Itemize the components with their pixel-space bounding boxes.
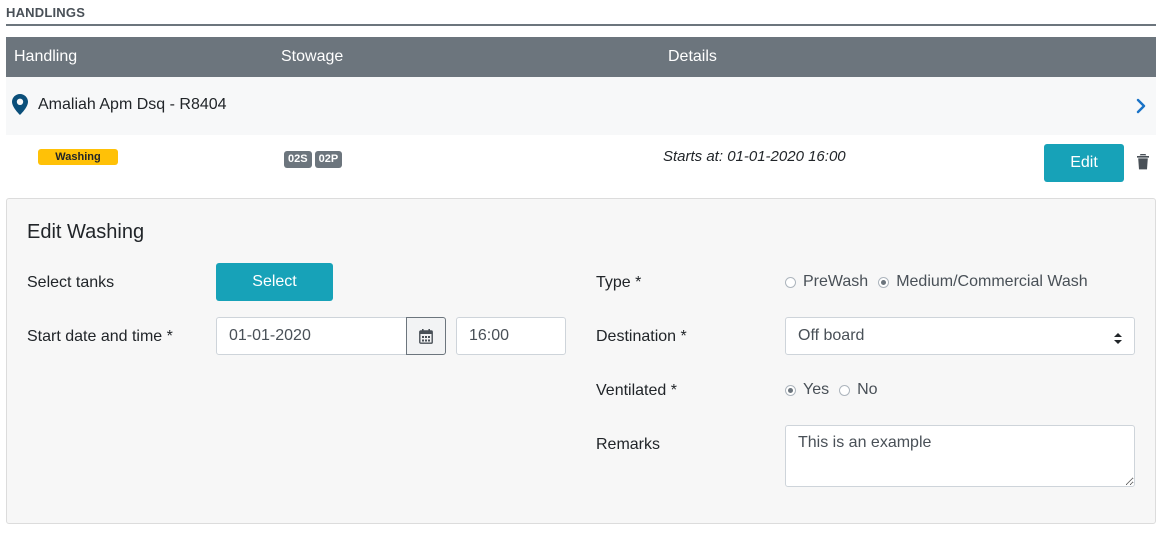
column-header-details: Details <box>668 48 717 65</box>
type-option-commercial-wash[interactable]: Medium/Commercial Wash <box>878 273 1088 291</box>
start-datetime-label: Start date and time * <box>27 328 173 345</box>
section-divider <box>6 24 1156 26</box>
edit-washing-panel: Edit Washing Select tanks Select Start d… <box>6 198 1156 524</box>
remarks-label: Remarks <box>596 436 661 453</box>
ventilated-radio-group: Yes No <box>785 381 888 399</box>
destination-label: Destination * <box>596 328 687 345</box>
column-header-handling: Handling <box>14 48 78 65</box>
radio-no[interactable] <box>839 384 851 396</box>
stowage-badges: 02S 02P <box>284 149 345 168</box>
destination-select[interactable]: Off board <box>785 317 1135 355</box>
type-label: Type * <box>596 274 642 291</box>
destination-value: Off board <box>798 327 865 344</box>
map-pin-icon <box>12 94 28 120</box>
calendar-icon[interactable] <box>406 317 446 355</box>
ventilated-option-yes[interactable]: Yes <box>785 381 829 399</box>
trash-icon[interactable] <box>1136 153 1150 175</box>
section-title: HANDLINGS <box>6 5 86 20</box>
location-name: Amaliah Apm Dsq - R8404 <box>38 96 227 113</box>
radio-commercial-wash[interactable] <box>878 276 890 288</box>
handling-row: Washing 02S 02P Starts at: 01-01-2020 16:… <box>6 135 1156 191</box>
start-date-input[interactable] <box>216 317 407 355</box>
table-header: Handling Stowage Details <box>6 37 1156 77</box>
edit-button[interactable]: Edit <box>1044 144 1124 182</box>
chevron-right-icon[interactable] <box>1136 98 1146 119</box>
radio-yes[interactable] <box>785 384 796 396</box>
remarks-textarea[interactable]: This is an example <box>785 425 1135 487</box>
handling-details: Starts at: 01-01-2020 16:00 <box>663 148 846 165</box>
select-arrows-icon <box>1114 331 1122 349</box>
type-radio-group: PreWash Medium/Commercial Wash <box>785 273 1098 291</box>
handling-type-badge: Washing <box>38 149 118 165</box>
location-row[interactable]: Amaliah Apm Dsq - R8404 <box>6 77 1156 135</box>
column-header-stowage: Stowage <box>281 48 344 65</box>
radio-prewash[interactable] <box>785 276 796 288</box>
ventilated-label: Ventilated * <box>596 382 677 399</box>
select-tanks-button[interactable]: Select <box>216 263 333 301</box>
type-option-prewash[interactable]: PreWash <box>785 273 868 291</box>
ventilated-option-no[interactable]: No <box>839 381 878 399</box>
stowage-badge: 02P <box>314 151 343 168</box>
stowage-badge: 02S <box>284 151 312 168</box>
select-tanks-label: Select tanks <box>27 274 115 291</box>
start-time-input[interactable] <box>456 317 566 355</box>
panel-title: Edit Washing <box>27 221 145 243</box>
